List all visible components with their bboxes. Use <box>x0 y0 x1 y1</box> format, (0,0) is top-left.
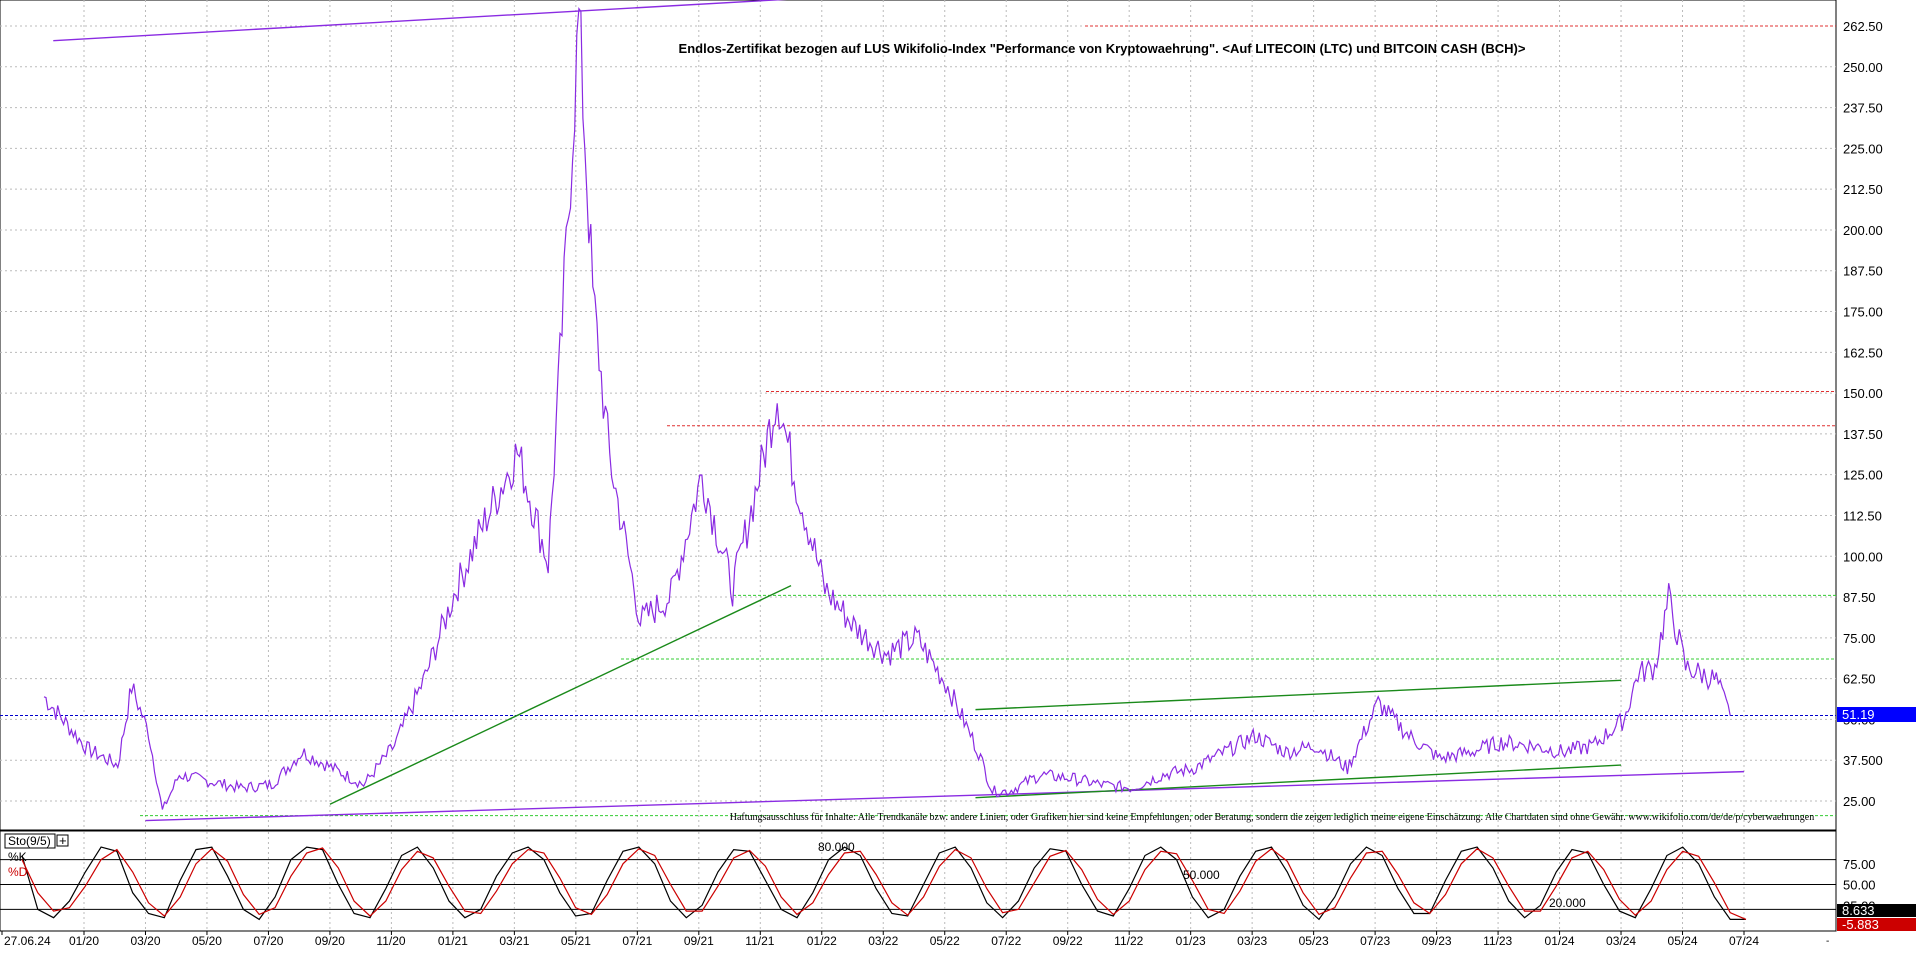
y-tick-label: 125.00 <box>1843 468 1883 483</box>
x-tick-label: 09/20 <box>315 934 345 948</box>
x-tick-label: 01/22 <box>807 934 837 948</box>
y-tick-label: 200.00 <box>1843 223 1883 238</box>
y-tick-label: 112.50 <box>1843 508 1882 523</box>
osc-level-20: 20.000 <box>1549 896 1586 910</box>
osc-k-value: 8.633 <box>1842 903 1875 918</box>
y-tick-label: 262.50 <box>1843 19 1883 34</box>
x-tick-label: 01/20 <box>69 934 99 948</box>
x-tick-label: 27.06.24 <box>4 934 51 948</box>
x-ticks: 27.06.24 01/20 03/20 05/20 07/20 09/20 11/20 01… <box>1 931 1759 948</box>
x-tick-label: 03/20 <box>130 934 160 948</box>
osc-title: Sto(9/5) <box>8 834 51 848</box>
x-tick-label: 09/22 <box>1053 934 1083 948</box>
y-tick-label: 87.50 <box>1843 590 1876 605</box>
y-tick-label: 150.00 <box>1843 386 1883 401</box>
x-tick-label: 11/22 <box>1114 934 1143 948</box>
y-tick-label: 62.50 <box>1843 672 1876 687</box>
main-yticks: 25.0037.50050.0062.5075.0087.50100.00112… <box>1843 19 1883 809</box>
chart-disclaimer: Haftungsausschluss für Inhalte: Alle Tre… <box>730 812 1815 823</box>
last-value-label: 51.19 <box>1842 707 1875 722</box>
x-tick-label: 01/24 <box>1545 934 1575 948</box>
x-tick-label: 03/23 <box>1237 934 1267 948</box>
osc-level-50: 50.000 <box>1183 868 1220 882</box>
oscillator-panel <box>0 830 1837 932</box>
chart-title: Endlos-Zertifikat bezogen auf LUS Wikifo… <box>679 41 1526 56</box>
plus-icon[interactable]: + <box>59 833 67 848</box>
x-tick-label: 05/22 <box>930 934 960 948</box>
y-tick-label: 75.00 <box>1843 631 1876 646</box>
osc-level-80: 80.000 <box>818 840 855 854</box>
y-tick-label: 212.50 <box>1843 182 1883 197</box>
x-tick-label: 09/21 <box>684 934 714 948</box>
x-tick-label: 11/23 <box>1483 934 1512 948</box>
chart-root: 25.00 37.500 50.00 62.50 75.00 87.50 100.00 112… <box>0 0 1916 948</box>
x-tick-label: 07/21 <box>622 934 652 948</box>
x-tick-label: 01/21 <box>438 934 468 948</box>
y-tick-label: 237.50 <box>1843 101 1883 116</box>
x-tick-label: 05/21 <box>561 934 591 948</box>
osc-d-value: -5.883 <box>1842 917 1879 932</box>
x-tick-label: 03/24 <box>1606 934 1636 948</box>
x-tick-label: 07/23 <box>1360 934 1390 948</box>
y-tick-label: 250.00 <box>1843 60 1883 75</box>
x-tick-label: 07/24 <box>1729 934 1759 948</box>
y-tick-label: 137.50 <box>1843 427 1883 442</box>
x-tick-label: 11/20 <box>376 934 405 948</box>
chevron-down-icon[interactable]: - <box>1826 936 1829 947</box>
y-tick-label: 100.00 <box>1843 549 1883 564</box>
y-tick-label: 187.50 <box>1843 264 1883 279</box>
x-tick-label: 11/21 <box>745 934 774 948</box>
osc-legend-k: %K <box>8 850 27 864</box>
y-tick-label: 37.500 <box>1843 753 1883 768</box>
x-tick-label: 03/22 <box>868 934 898 948</box>
x-tick-label: 01/23 <box>1176 934 1206 948</box>
y-tick-label: 162.50 <box>1843 345 1883 360</box>
x-tick-label: 07/20 <box>253 934 283 948</box>
y-tick-label: 225.00 <box>1843 141 1883 156</box>
x-tick-label: 05/24 <box>1668 934 1698 948</box>
main-panel <box>0 0 1837 831</box>
y-tick-label: 175.00 <box>1843 305 1883 320</box>
x-tick-label: 05/23 <box>1299 934 1329 948</box>
osc-y-tick-label: 50.00 <box>1843 878 1876 893</box>
osc-legend-d: %D <box>8 865 28 879</box>
x-tick-label: 09/23 <box>1422 934 1452 948</box>
osc-y-tick-label: 75.00 <box>1843 857 1876 872</box>
x-tick-label: 03/21 <box>499 934 529 948</box>
x-tick-label: 05/20 <box>192 934 222 948</box>
y-tick-label: 25.00 <box>1843 794 1876 809</box>
x-tick-label: 07/22 <box>991 934 1021 948</box>
chart-svg: 25.00 37.500 50.00 62.50 75.00 87.50 100.00 112… <box>0 0 1916 948</box>
